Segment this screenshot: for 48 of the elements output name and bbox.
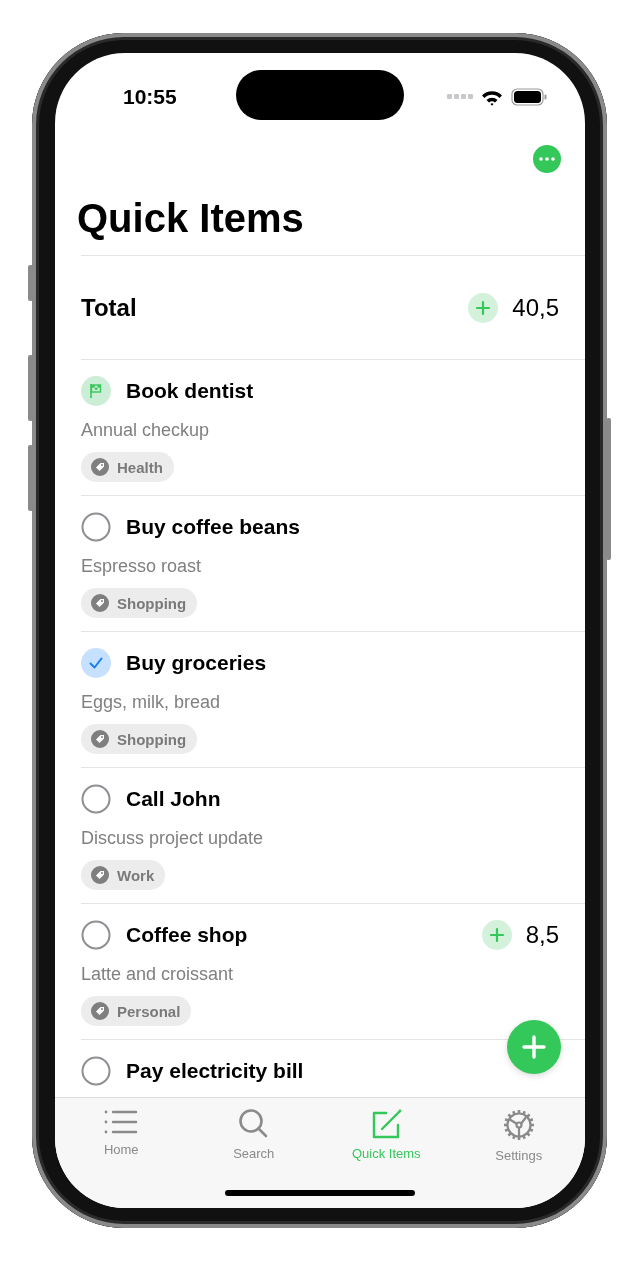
item-title[interactable]: Book dentist: [126, 379, 254, 403]
battery-icon: [511, 88, 547, 106]
wifi-icon: [481, 88, 503, 106]
page-title: Quick Items: [77, 195, 305, 242]
item-subtitle: Annual checkup: [81, 419, 211, 442]
item-amount: 8,5: [525, 921, 559, 949]
tag-icon: [91, 458, 109, 476]
item-subtitle: Latte and croissant: [81, 963, 235, 986]
tag-icon: [91, 1002, 109, 1020]
item-title[interactable]: Call John: [126, 787, 221, 811]
signal-icon: [447, 94, 473, 100]
checkbox[interactable]: [81, 648, 111, 678]
checkbox[interactable]: [81, 512, 111, 542]
tab[interactable]: Home: [55, 1098, 188, 1163]
tab[interactable]: Search: [187, 1098, 320, 1163]
category-tag[interactable]: Personal: [81, 996, 192, 1026]
flag-icon[interactable]: [81, 376, 111, 406]
tag-icon: [91, 594, 109, 612]
item-title[interactable]: Buy coffee beans: [126, 515, 300, 539]
more-button[interactable]: [533, 144, 561, 173]
total-amount: 40,5: [512, 293, 559, 322]
tab[interactable]: Settings: [452, 1098, 585, 1163]
plus-icon: [488, 927, 505, 943]
category-tag[interactable]: Shopping: [81, 588, 198, 618]
tab[interactable]: Quick Items: [320, 1098, 453, 1163]
plus-icon: [521, 1034, 547, 1060]
item-title[interactable]: Buy groceries: [126, 651, 267, 675]
add-button[interactable]: [468, 292, 499, 323]
list-icon: [103, 1108, 140, 1136]
category-tag[interactable]: Work: [81, 860, 166, 890]
category-tag[interactable]: Health: [81, 452, 174, 482]
add-button[interactable]: [481, 920, 512, 950]
plus-icon: [475, 299, 492, 316]
item-title[interactable]: Coffee shop: [126, 923, 248, 947]
checkbox[interactable]: [81, 1056, 111, 1086]
more-icon: [539, 156, 555, 161]
tag-icon: [91, 730, 109, 748]
tag-icon: [91, 866, 109, 884]
item-title[interactable]: Pay electricity bill: [126, 1059, 304, 1083]
item-subtitle: Eggs, milk, bread: [81, 691, 222, 714]
checkbox[interactable]: [81, 784, 111, 814]
item-subtitle: Espresso roast: [81, 555, 203, 578]
status-time: 10:55: [123, 85, 177, 109]
total-label: Total: [81, 293, 138, 322]
category-tag[interactable]: Shopping: [81, 724, 198, 754]
add-button[interactable]: [507, 1020, 561, 1074]
item-subtitle: Discuss project update: [81, 827, 265, 850]
checkbox[interactable]: [81, 920, 111, 950]
